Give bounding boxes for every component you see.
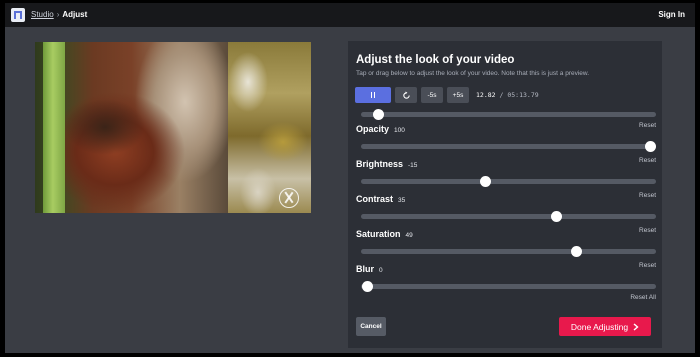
- video-frame-branch: [43, 42, 65, 213]
- contrast-name: Contrast: [356, 194, 394, 204]
- pause-button[interactable]: [355, 87, 391, 103]
- brightness-label: Brightness -15: [356, 159, 417, 169]
- forward-5s-button[interactable]: +5s: [447, 87, 469, 103]
- blur-slider[interactable]: [361, 281, 656, 292]
- app-logo-icon[interactable]: [11, 8, 25, 22]
- time-total: 05:13.79: [507, 91, 539, 99]
- blur-name: Blur: [356, 264, 374, 274]
- top-bar: Studio › Adjust Sign In: [5, 3, 695, 27]
- done-adjusting-button[interactable]: Done Adjusting: [559, 317, 651, 336]
- breadcrumb-separator: ›: [56, 10, 60, 19]
- contrast-slider[interactable]: [361, 211, 656, 222]
- saturation-reset-link[interactable]: Reset: [639, 227, 656, 234]
- panel-subtitle: Tap or drag below to adjust the look of …: [356, 70, 590, 77]
- seek-slider[interactable]: [361, 109, 656, 120]
- saturation-label: Saturation 49: [356, 229, 413, 239]
- saturation-value: 49: [405, 232, 413, 239]
- breadcrumb: Studio › Adjust: [31, 10, 87, 19]
- seek-thumb[interactable]: [372, 109, 384, 120]
- saturation-name: Saturation: [356, 229, 401, 239]
- app-window: Studio › Adjust Sign In Adjust the look …: [5, 3, 695, 353]
- brightness-slider[interactable]: [361, 176, 656, 187]
- brightness-value: -15: [408, 162, 418, 169]
- video-frame-right: [228, 42, 311, 213]
- reset-all-link[interactable]: Reset All: [630, 294, 656, 301]
- contrast-reset-link[interactable]: Reset: [639, 192, 656, 199]
- sign-in-link[interactable]: Sign In: [658, 10, 685, 19]
- brightness-name: Brightness: [356, 159, 404, 169]
- done-adjusting-label: Done Adjusting: [570, 321, 629, 332]
- video-preview[interactable]: [35, 42, 311, 213]
- pause-icon: [370, 92, 376, 98]
- adjust-panel: Adjust the look of your video Tap or dra…: [348, 41, 662, 348]
- saturation-slider-thumb[interactable]: [570, 246, 582, 257]
- reload-button[interactable]: [395, 87, 417, 103]
- watermark-icon: [279, 188, 299, 208]
- chevron-right-icon: [633, 322, 639, 331]
- blur-slider-thumb[interactable]: [361, 281, 373, 292]
- breadcrumb-current: Adjust: [62, 10, 88, 19]
- back-5s-button[interactable]: -5s: [421, 87, 443, 103]
- cancel-button[interactable]: Cancel: [356, 317, 386, 336]
- opacity-reset-link[interactable]: Reset: [639, 122, 656, 129]
- opacity-slider-thumb[interactable]: [644, 141, 656, 152]
- opacity-value: 100: [394, 127, 405, 134]
- breadcrumb-studio-link[interactable]: Studio: [31, 10, 54, 19]
- blur-value: 0: [379, 267, 383, 274]
- opacity-label: Opacity 100: [356, 124, 405, 134]
- brightness-reset-link[interactable]: Reset: [639, 157, 656, 164]
- panel-title: Adjust the look of your video: [356, 54, 515, 66]
- time-separator: /: [499, 91, 504, 99]
- time-current: 12.82: [476, 91, 496, 99]
- brightness-slider-thumb[interactable]: [480, 176, 492, 187]
- blur-reset-link[interactable]: Reset: [639, 262, 656, 269]
- contrast-label: Contrast 35: [356, 194, 405, 204]
- saturation-slider[interactable]: [361, 246, 656, 257]
- reload-icon: [402, 90, 410, 99]
- time-readout: 12.82 / 05:13.79: [476, 91, 539, 99]
- contrast-value: 35: [398, 197, 406, 204]
- contrast-slider-thumb[interactable]: [551, 211, 563, 222]
- blur-label: Blur 0: [356, 264, 383, 274]
- opacity-slider[interactable]: [361, 141, 656, 152]
- opacity-name: Opacity: [356, 124, 390, 134]
